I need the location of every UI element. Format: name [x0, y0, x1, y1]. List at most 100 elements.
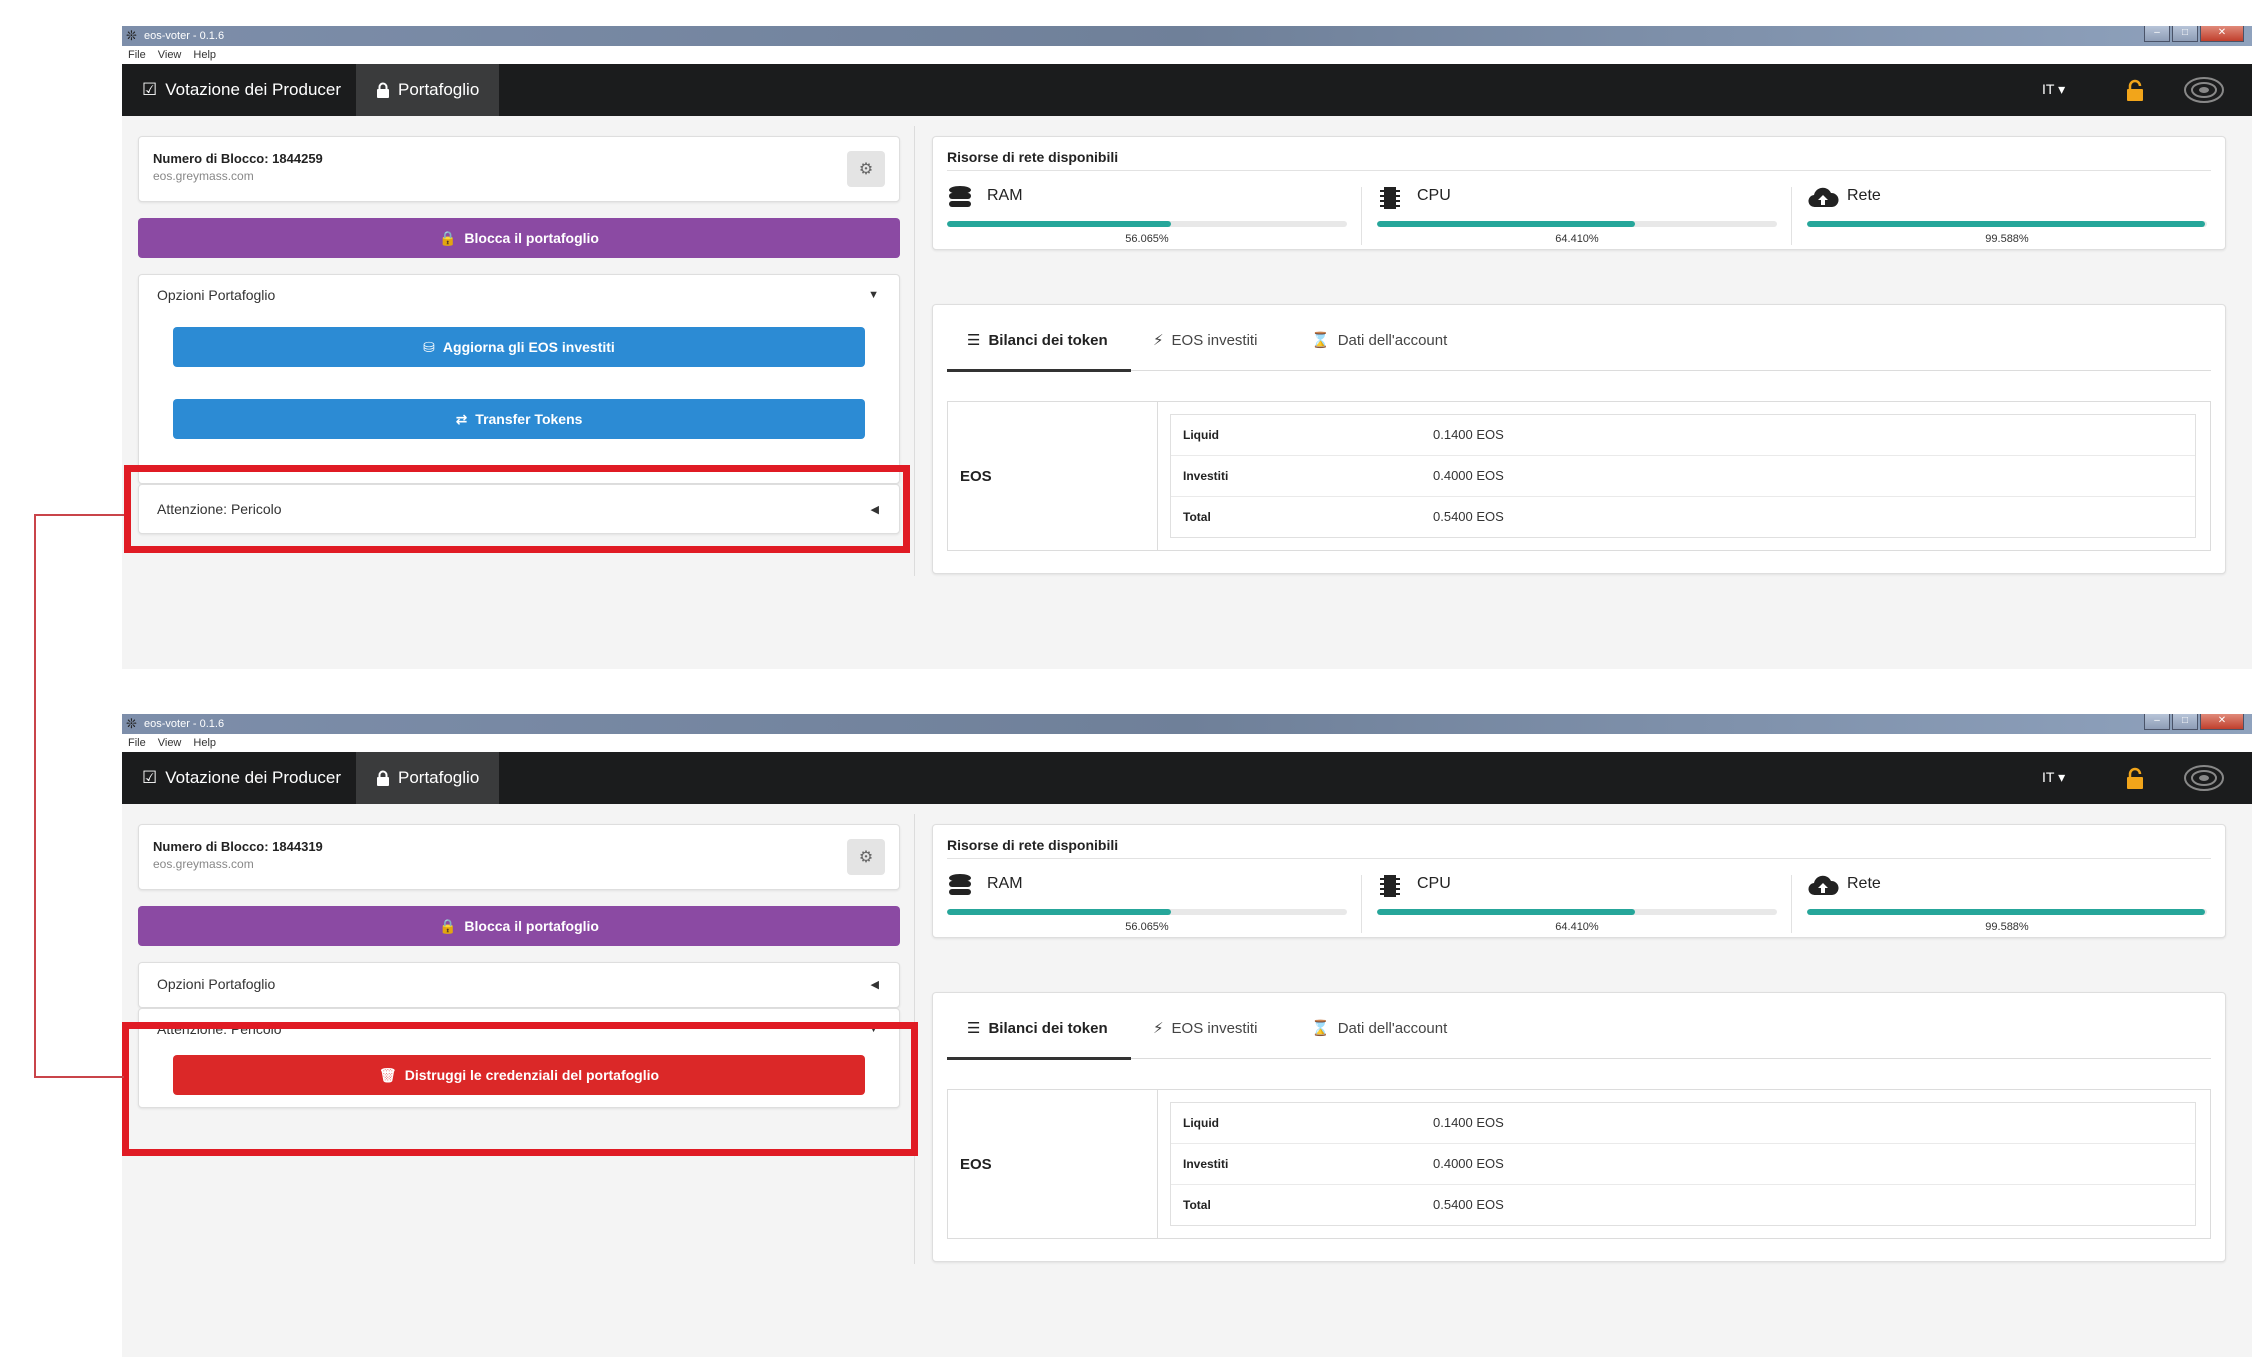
- window-controls: – □ ✕: [2144, 714, 2244, 730]
- net-label: Rete: [1847, 187, 1881, 204]
- net-resource: Rete 99.588%: [1807, 173, 2207, 247]
- database-icon: [949, 186, 971, 207]
- minimize-button[interactable]: –: [2144, 714, 2170, 730]
- lock-icon: 🔒: [438, 917, 457, 934]
- cpu-resource: CPU 64.410%: [1377, 173, 1777, 247]
- cpu-percent: 64.410%: [1555, 233, 1599, 245]
- close-button[interactable]: ✕: [2200, 26, 2244, 42]
- gears-icon: ⚙: [858, 161, 874, 178]
- ram-label: RAM: [987, 187, 1023, 204]
- minimize-button[interactable]: –: [2144, 26, 2170, 42]
- balances-inner-table: Liquid 0.1400 EOS Investiti 0.4000 EOS Tot…: [1170, 1102, 2196, 1226]
- cloud-upload-icon: [1808, 187, 1839, 208]
- tab-staked-eos[interactable]: ⚡ EOS investiti: [1153, 331, 1257, 350]
- tab-label: Votazione dei Producer: [165, 768, 342, 787]
- wallet-options-accordion: Opzioni Portafoglio ◀: [138, 962, 900, 1008]
- table-row: Investiti 0.4000 EOS: [1171, 1144, 2195, 1185]
- ram-percent: 56.065%: [1125, 233, 1169, 245]
- annotation-connector-line: [34, 514, 124, 1078]
- tab-account-data[interactable]: ⌛ Dati dell'account: [1311, 331, 1447, 350]
- lock-icon: 🔒: [438, 229, 457, 246]
- caret-down-icon[interactable]: ▼: [868, 289, 879, 301]
- table-row: Liquid 0.1400 EOS: [1171, 415, 2195, 456]
- tab-account-data[interactable]: ⌛ Dati dell'account: [1311, 1019, 1447, 1038]
- language-dropdown[interactable]: IT ▾: [2042, 81, 2065, 98]
- net-label: Rete: [1847, 875, 1881, 892]
- row-label: Liquid: [1183, 428, 1219, 442]
- tab-token-balances[interactable]: ☰ Bilanci dei token: [967, 331, 1108, 350]
- wallet-options-title[interactable]: Opzioni Portafoglio: [157, 287, 275, 303]
- wallet-lock-icon[interactable]: [2120, 766, 2150, 792]
- update-stake-button[interactable]: ⛁ Aggiorna gli EOS investiti: [173, 327, 865, 367]
- wallet-options-title[interactable]: Opzioni Portafoglio: [157, 976, 275, 992]
- menu-view[interactable]: View: [158, 49, 182, 61]
- row-label: Total: [1183, 510, 1211, 524]
- row-label: Investiti: [1183, 1157, 1229, 1171]
- tab-wallet[interactable]: Portafoglio: [356, 64, 500, 116]
- lock-wallet-button[interactable]: 🔒 Blocca il portafoglio: [138, 218, 900, 258]
- network-resources-panel: Risorse di rete disponibili RAM 56.065% …: [932, 824, 2226, 938]
- cpu-progress: [1377, 221, 1777, 227]
- row-value: 0.1400 EOS: [1433, 1115, 1504, 1130]
- ram-progress-fill: [947, 221, 1172, 227]
- block-number: Numero di Blocco: 1844259: [153, 151, 323, 166]
- caret-left-icon[interactable]: ◀: [871, 978, 879, 991]
- ram-label: RAM: [987, 875, 1023, 892]
- ram-progress: [947, 221, 1347, 227]
- block-number: Numero di Blocco: 1844319: [153, 839, 323, 854]
- window-title: eos-voter - 0.1.6: [144, 718, 225, 730]
- tab-label: Votazione dei Producer: [165, 80, 342, 99]
- window-controls: – □ ✕: [2144, 26, 2244, 42]
- net-progress-fill: [1807, 221, 2206, 227]
- cpu-label: CPU: [1417, 187, 1451, 204]
- active-tab-underline: [947, 1057, 1131, 1060]
- divider: [947, 170, 2211, 171]
- token-symbol: EOS: [948, 402, 1158, 550]
- settings-button[interactable]: ⚙: [847, 151, 885, 187]
- token-panel: ☰ Bilanci dei token ⚡ EOS investiti ⌛ Da…: [932, 304, 2226, 574]
- maximize-button[interactable]: □: [2172, 26, 2198, 42]
- app-navbar: ☑ Votazione dei Producer Portafoglio IT …: [122, 752, 2252, 804]
- tab-staked-eos[interactable]: ⚡ EOS investiti: [1153, 1019, 1257, 1038]
- divider: [1361, 187, 1362, 245]
- node-url: eos.greymass.com: [153, 169, 254, 183]
- cpu-progress-fill: [1377, 221, 1635, 227]
- app-icon: ❊: [126, 716, 137, 731]
- tab-label: Portafoglio: [398, 80, 480, 99]
- table-row: Total 0.5400 EOS: [1171, 1185, 2195, 1226]
- token-tabs: ☰ Bilanci dei token ⚡ EOS investiti ⌛ Da…: [947, 305, 2211, 372]
- menu-file[interactable]: File: [128, 737, 146, 749]
- row-value: 0.4000 EOS: [1433, 468, 1504, 483]
- language-dropdown[interactable]: IT ▾: [2042, 769, 2065, 786]
- settings-button[interactable]: ⚙: [847, 839, 885, 875]
- table-row: Investiti 0.4000 EOS: [1171, 456, 2195, 497]
- balances-inner-table: Liquid 0.1400 EOS Investiti 0.4000 EOS Tot…: [1170, 414, 2196, 538]
- tab-producer-voting[interactable]: ☑ Votazione dei Producer: [122, 64, 361, 116]
- transfer-tokens-button[interactable]: ⇄ Transfer Tokens: [173, 399, 865, 439]
- maximize-button[interactable]: □: [2172, 714, 2198, 730]
- tab-wallet[interactable]: Portafoglio: [356, 752, 500, 804]
- row-value: 0.5400 EOS: [1433, 509, 1504, 524]
- table-row: Liquid 0.1400 EOS: [1171, 1103, 2195, 1144]
- tab-token-balances[interactable]: ☰ Bilanci dei token: [967, 1019, 1108, 1038]
- cpu-progress: [1377, 909, 1777, 915]
- checkbox-icon: ☑: [142, 80, 158, 99]
- highlight-box-danger-collapsed: [124, 465, 910, 553]
- close-button[interactable]: ✕: [2200, 714, 2244, 730]
- lock-wallet-button[interactable]: 🔒 Blocca il portafoglio: [138, 906, 900, 946]
- menu-view[interactable]: View: [158, 737, 182, 749]
- menu-help[interactable]: Help: [193, 49, 216, 61]
- window-titlebar: ❊ eos-voter - 0.1.6 – □ ✕: [122, 714, 2252, 734]
- menu-help[interactable]: Help: [193, 737, 216, 749]
- ram-resource: RAM 56.065%: [947, 173, 1347, 247]
- tab-label: Bilanci dei token: [988, 1019, 1108, 1037]
- row-label: Total: [1183, 1198, 1211, 1212]
- tab-producer-voting[interactable]: ☑ Votazione dei Producer: [122, 752, 361, 804]
- app-icon: ❊: [126, 28, 137, 43]
- wallet-lock-icon[interactable]: [2120, 78, 2150, 104]
- plug-icon: ⚡: [1153, 1020, 1164, 1037]
- table-row: Total 0.5400 EOS: [1171, 497, 2195, 538]
- menu-file[interactable]: File: [128, 49, 146, 61]
- language-value: IT: [2042, 81, 2055, 97]
- button-label: Blocca il portafoglio: [464, 230, 599, 246]
